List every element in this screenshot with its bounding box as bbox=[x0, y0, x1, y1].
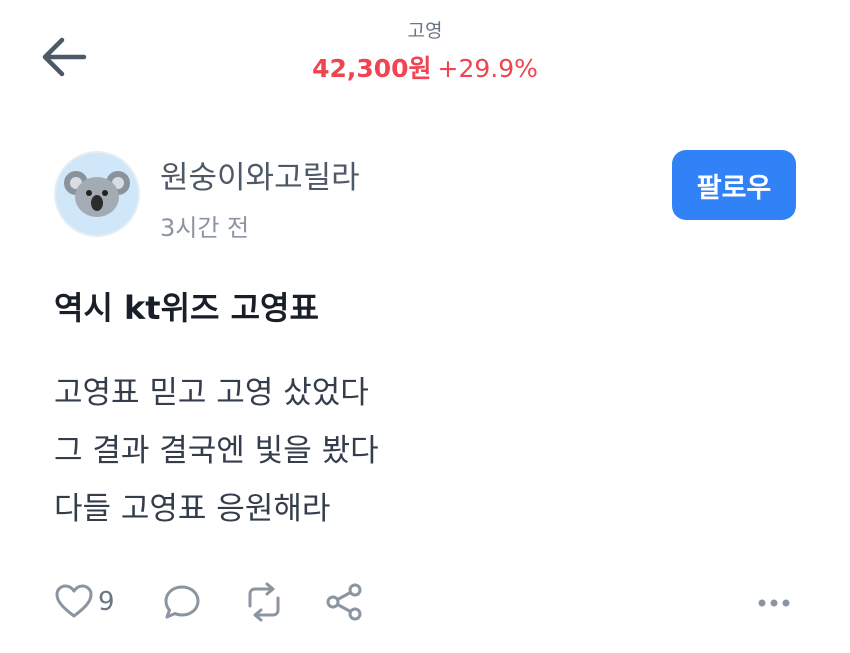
stock-name: 고영 bbox=[407, 20, 443, 42]
koala-icon bbox=[64, 171, 130, 217]
share-button[interactable] bbox=[324, 580, 364, 624]
post-body-line: 그 결과 결국엔 빛을 봤다 bbox=[54, 433, 379, 469]
follow-button[interactable]: 팔로우 bbox=[672, 150, 796, 220]
repost-icon bbox=[248, 582, 280, 622]
like-count: 9 bbox=[98, 587, 115, 617]
stock-change: +29.9% bbox=[437, 54, 538, 83]
like-button[interactable]: 9 bbox=[54, 580, 115, 624]
avatar[interactable] bbox=[54, 151, 140, 237]
post-body-line: 다들 고영표 응원해라 bbox=[54, 491, 331, 527]
comment-button[interactable] bbox=[162, 580, 202, 624]
repost-button[interactable] bbox=[242, 580, 286, 624]
post-body: 고영표 믿고 고영 샀었다 그 결과 결국엔 빛을 봤다 다들 고영표 응원해라 bbox=[54, 364, 379, 538]
post-title: 역시 kt위즈 고영표 bbox=[54, 289, 319, 327]
author-name[interactable]: 원숭이와고릴라 bbox=[160, 158, 360, 198]
more-button[interactable] bbox=[754, 588, 794, 618]
post-time: 3시간 전 bbox=[160, 214, 250, 242]
stock-price-row: 42,300원 +29.9% bbox=[0, 52, 850, 86]
heart-icon bbox=[55, 584, 93, 618]
more-icon bbox=[758, 599, 790, 607]
stock-price: 42,300원 bbox=[312, 54, 432, 83]
stock-header: 고영 42,300원 +29.9% bbox=[0, 18, 850, 86]
comment-icon bbox=[164, 585, 200, 619]
post-body-line: 고영표 믿고 고영 샀었다 bbox=[54, 375, 369, 411]
share-icon bbox=[326, 583, 362, 621]
